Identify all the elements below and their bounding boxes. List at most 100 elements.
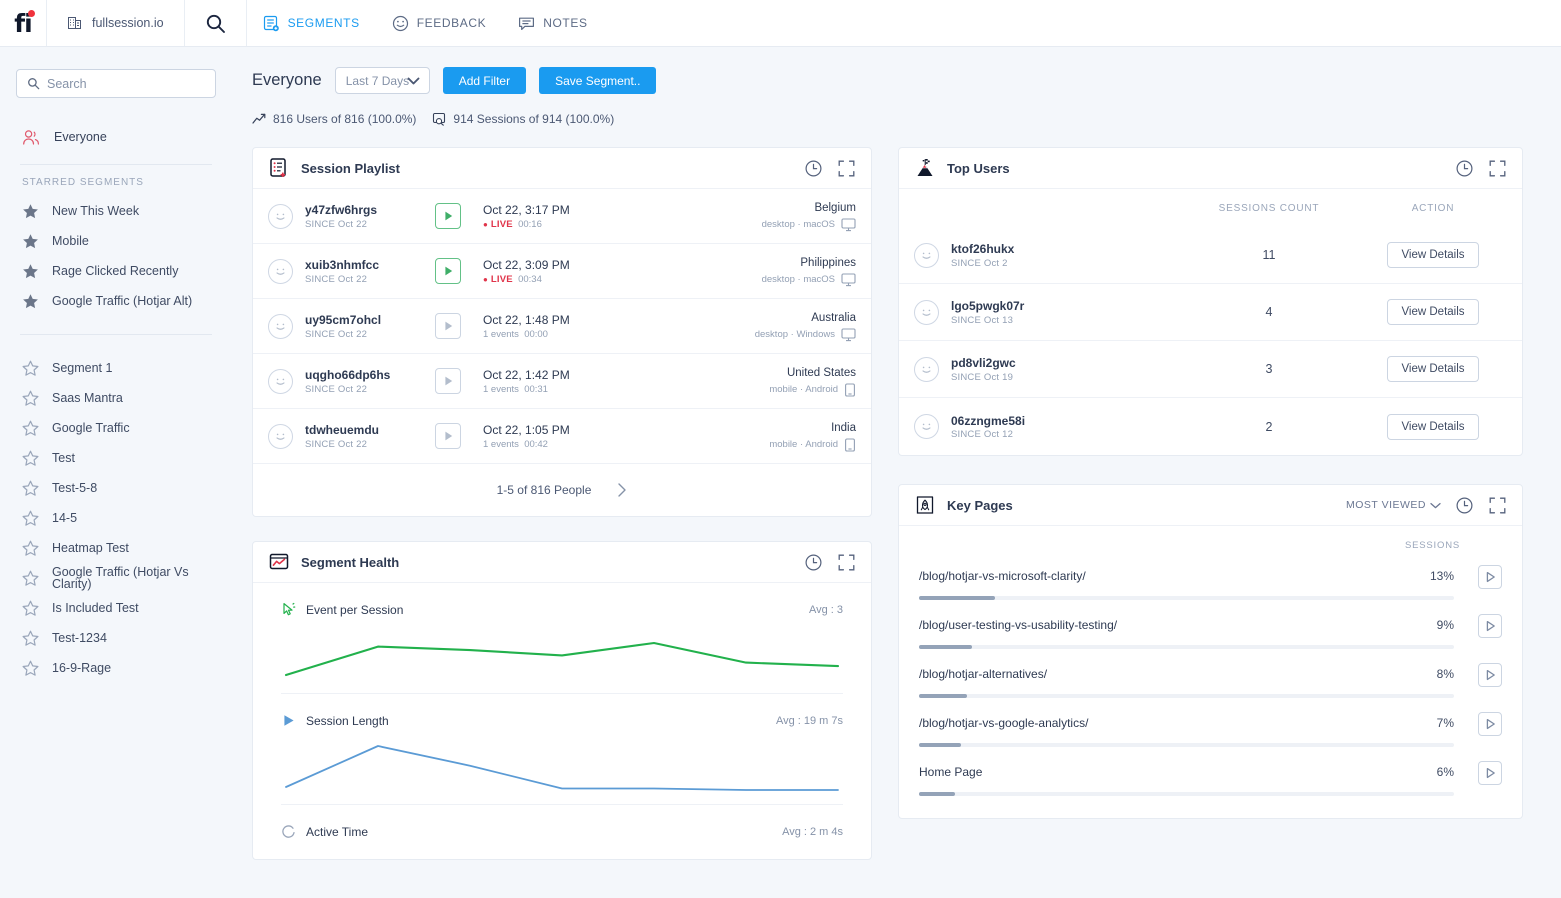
nav-segments[interactable]: SEGMENTS bbox=[247, 0, 376, 46]
expand-icon[interactable] bbox=[837, 553, 856, 572]
play-page-button[interactable] bbox=[1478, 663, 1502, 687]
session-country: Australia bbox=[811, 312, 856, 325]
key-pages-sessions-header: SESSIONS bbox=[1405, 540, 1460, 551]
avatar bbox=[914, 356, 939, 382]
site-selector[interactable]: fullsession.io bbox=[47, 0, 185, 46]
session-user: y47zfw6hrgs SINCE Oct 22 bbox=[305, 202, 435, 229]
search-icon bbox=[27, 77, 40, 90]
session-playlist-title: Session Playlist bbox=[301, 160, 400, 176]
sidebar-segment-item[interactable]: Google Traffic (Hotjar Vs Clarity) bbox=[16, 563, 216, 593]
top-user-id: pd8vli2gwc bbox=[951, 356, 1016, 371]
session-row[interactable]: tdwheuemdu SINCE Oct 22 Oct 22, 1:05 PM … bbox=[253, 409, 871, 464]
sidebar-item-label: New This Week bbox=[52, 203, 140, 218]
key-page-percent: 6% bbox=[1436, 765, 1454, 779]
column-action: ACTION bbox=[1411, 202, 1455, 214]
expand-icon[interactable] bbox=[1488, 159, 1507, 178]
sidebar-starred-item[interactable]: Rage Clicked Recently bbox=[16, 256, 216, 286]
nav-feedback[interactable]: FEEDBACK bbox=[376, 0, 502, 46]
key-page-url[interactable]: /blog/hotjar-vs-google-analytics/ bbox=[919, 716, 1437, 730]
sidebar-segment-item[interactable]: 16-9-Rage bbox=[16, 653, 216, 683]
sidebar-starred-item[interactable]: New This Week bbox=[16, 196, 216, 226]
session-timestamp: Oct 22, 1:05 PM bbox=[483, 423, 570, 438]
top-user-sessions-count: 4 bbox=[1265, 305, 1273, 319]
top-user-row: 06zzngme58i SINCE Oct 12 2 View Details bbox=[899, 398, 1522, 455]
session-time-block: Oct 22, 1:48 PM 1 events 00:00 bbox=[483, 312, 755, 340]
session-row[interactable]: uqgho66dp6hs SINCE Oct 22 Oct 22, 1:42 P… bbox=[253, 354, 871, 409]
brand-logo[interactable]: fi bbox=[0, 0, 47, 46]
view-details-button[interactable]: View Details bbox=[1387, 356, 1479, 382]
sidebar-segment-item[interactable]: Saas Mantra bbox=[16, 383, 216, 413]
session-meta: 1 events 00:00 bbox=[483, 328, 548, 340]
session-country: India bbox=[831, 422, 856, 435]
sidebar-item-label: Test bbox=[52, 450, 75, 465]
view-details-button[interactable]: View Details bbox=[1387, 299, 1479, 325]
history-clock-icon[interactable] bbox=[804, 553, 823, 572]
play-session-button[interactable] bbox=[435, 258, 461, 284]
key-page-url[interactable]: Home Page bbox=[919, 765, 1437, 779]
key-page-url[interactable]: /blog/hotjar-vs-microsoft-clarity/ bbox=[919, 569, 1430, 583]
star-outline-icon bbox=[22, 540, 39, 557]
expand-icon[interactable] bbox=[1488, 496, 1507, 515]
sidebar-search[interactable] bbox=[16, 69, 216, 98]
history-clock-icon[interactable] bbox=[804, 159, 823, 178]
top-user-row: lgo5pwgk07r SINCE Oct 13 4 View Details bbox=[899, 284, 1522, 341]
date-range-select[interactable]: Last 7 Days bbox=[334, 67, 430, 94]
session-meta: 1 events 00:31 bbox=[483, 383, 548, 395]
star-outline-icon bbox=[22, 570, 39, 587]
sidebar-segment-item[interactable]: Is Included Test bbox=[16, 593, 216, 623]
desktop-icon bbox=[841, 328, 856, 342]
sidebar-item-everyone[interactable]: Everyone bbox=[16, 122, 216, 152]
history-clock-icon[interactable] bbox=[1455, 496, 1474, 515]
date-range-value: Last 7 Days bbox=[345, 73, 410, 88]
top-user-row: ktof26hukx SINCE Oct 2 11 View Details bbox=[899, 227, 1522, 284]
session-device: mobile · Android bbox=[769, 438, 856, 452]
session-row[interactable]: uy95cm7ohcl SINCE Oct 22 Oct 22, 1:48 PM… bbox=[253, 299, 871, 354]
session-pager[interactable]: 1-5 of 816 People bbox=[253, 464, 871, 516]
play-session-button[interactable] bbox=[435, 203, 461, 229]
key-page-percent: 9% bbox=[1436, 618, 1454, 632]
nav-notes[interactable]: NOTES bbox=[502, 0, 603, 46]
top-user-identity: lgo5pwgk07r SINCE Oct 13 bbox=[951, 298, 1081, 325]
trend-up-icon bbox=[252, 112, 266, 126]
view-details-button[interactable]: View Details bbox=[1387, 242, 1479, 268]
save-segment-button[interactable]: Save Segment.. bbox=[539, 67, 657, 94]
top-user-row: pd8vli2gwc SINCE Oct 19 3 View Details bbox=[899, 341, 1522, 398]
key-page-url[interactable]: /blog/hotjar-alternatives/ bbox=[919, 667, 1437, 681]
sidebar-segment-item[interactable]: Test-1234 bbox=[16, 623, 216, 653]
sidebar-item-label: Test-5-8 bbox=[52, 480, 98, 495]
sidebar-segment-item[interactable]: Test-5-8 bbox=[16, 473, 216, 503]
session-row[interactable]: xuib3nhmfcc SINCE Oct 22 Oct 22, 3:09 PM… bbox=[253, 244, 871, 299]
play-session-button[interactable] bbox=[435, 313, 461, 339]
play-page-button[interactable] bbox=[1478, 761, 1502, 785]
key-pages-list: /blog/hotjar-vs-microsoft-clarity/ 13% /… bbox=[899, 551, 1522, 818]
play-page-button[interactable] bbox=[1478, 565, 1502, 589]
sidebar-starred-item[interactable]: Mobile bbox=[16, 226, 216, 256]
sidebar-starred-item[interactable]: Google Traffic (Hotjar Alt) bbox=[16, 286, 216, 316]
add-filter-button[interactable]: Add Filter bbox=[442, 67, 527, 94]
chevron-right-icon[interactable] bbox=[617, 482, 627, 498]
star-outline-icon bbox=[22, 450, 39, 467]
key-pages-sort-select[interactable]: MOST VIEWED bbox=[1346, 499, 1441, 511]
play-page-button[interactable] bbox=[1478, 614, 1502, 638]
history-clock-icon[interactable] bbox=[1455, 159, 1474, 178]
avatar bbox=[914, 242, 939, 268]
session-row[interactable]: y47zfw6hrgs SINCE Oct 22 Oct 22, 3:17 PM… bbox=[253, 189, 871, 244]
view-details-button[interactable]: View Details bbox=[1387, 413, 1479, 440]
sessions-stat-text: 914 Sessions of 914 (100.0%) bbox=[453, 112, 615, 126]
play-session-button[interactable] bbox=[435, 368, 461, 394]
play-session-button[interactable] bbox=[435, 423, 461, 449]
mountain-flag-icon bbox=[914, 157, 936, 179]
search-input[interactable] bbox=[47, 76, 205, 91]
sidebar-segment-item[interactable]: Segment 1 bbox=[16, 353, 216, 383]
sidebar-segment-item[interactable]: Google Traffic bbox=[16, 413, 216, 443]
sidebar-segment-item[interactable]: Heatmap Test bbox=[16, 533, 216, 563]
session-timestamp: Oct 22, 3:17 PM bbox=[483, 203, 570, 218]
sidebar-segment-item[interactable]: Test bbox=[16, 443, 216, 473]
sidebar-segment-item[interactable]: 14-5 bbox=[16, 503, 216, 533]
session-device: desktop · macOS bbox=[762, 273, 856, 287]
key-page-url[interactable]: /blog/user-testing-vs-usability-testing/ bbox=[919, 618, 1437, 632]
global-search-button[interactable] bbox=[185, 0, 247, 46]
play-page-button[interactable] bbox=[1478, 712, 1502, 736]
expand-icon[interactable] bbox=[837, 159, 856, 178]
top-user-id: 06zzngme58i bbox=[951, 413, 1026, 428]
